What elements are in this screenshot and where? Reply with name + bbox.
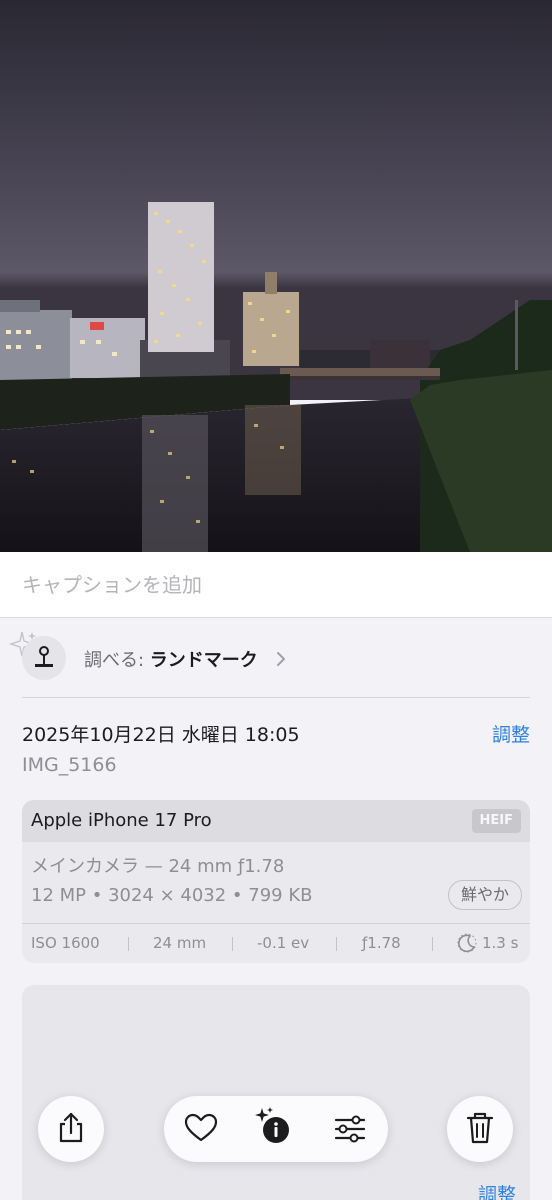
exif-values-row: ISO 1600 24 mm -0.1 ev ƒ1.78 1.3 s <box>22 924 530 963</box>
exif-separator <box>128 937 129 951</box>
shutter-value: 1.3 s <box>482 934 519 952</box>
exif-separator <box>232 937 233 951</box>
photo-night-river-cityscape[interactable] <box>0 0 552 552</box>
landmark-pin-icon[interactable] <box>22 636 66 680</box>
favorite-button[interactable] <box>172 1096 232 1162</box>
photographic-style-chip[interactable]: 鮮やか <box>447 880 522 910</box>
delete-button[interactable] <box>447 1096 513 1162</box>
exif-card-header: Apple iPhone 17 Pro HEIF <box>22 800 530 842</box>
aperture-value: ƒ1.78 <box>362 934 401 952</box>
capture-datetime: 2025年10月22日 水曜日 18:05 <box>22 724 300 746</box>
share-button[interactable] <box>38 1096 104 1162</box>
iso-value: ISO 1600 <box>31 934 100 952</box>
edit-button[interactable] <box>320 1096 380 1162</box>
heart-icon <box>184 1113 218 1142</box>
share-icon <box>59 1112 83 1143</box>
file-name: IMG_5166 <box>22 754 117 776</box>
caption-area <box>0 552 552 618</box>
lens-info: メインカメラ — 24 mm ƒ1.78 <box>31 856 285 877</box>
format-badge: HEIF <box>471 809 521 833</box>
sliders-icon <box>334 1115 366 1143</box>
info-button[interactable] <box>246 1096 306 1162</box>
lookup-prefix: 調べる: <box>84 650 150 671</box>
exif-card: Apple iPhone 17 Pro HEIF メインカメラ — 24 mm … <box>22 800 530 963</box>
exif-separator <box>432 937 433 951</box>
exif-separator <box>336 937 337 951</box>
divider <box>22 697 530 698</box>
adjust-location-button[interactable]: 調整 <box>478 1180 516 1200</box>
night-mode-icon <box>457 933 477 953</box>
caption-input[interactable] <box>22 570 522 600</box>
image-specs: 12 MP • 3024 × 4032 • 799 KB <box>31 885 313 906</box>
focal-length-value: 24 mm <box>153 934 207 952</box>
exposure-bias-value: -0.1 ev <box>257 934 310 952</box>
trash-icon <box>466 1112 494 1144</box>
sparkle-info-icon <box>255 1107 289 1143</box>
location-map-card[interactable] <box>22 985 530 1200</box>
photo-toolbar <box>164 1096 388 1162</box>
adjust-date-button[interactable]: 調整 <box>492 720 530 747</box>
lookup-value: ランドマーク <box>149 650 258 671</box>
chevron-right-icon <box>277 652 285 666</box>
lookup-label[interactable]: 調べる: ランドマーク <box>84 646 258 672</box>
device-name: Apple iPhone 17 Pro <box>31 810 212 831</box>
